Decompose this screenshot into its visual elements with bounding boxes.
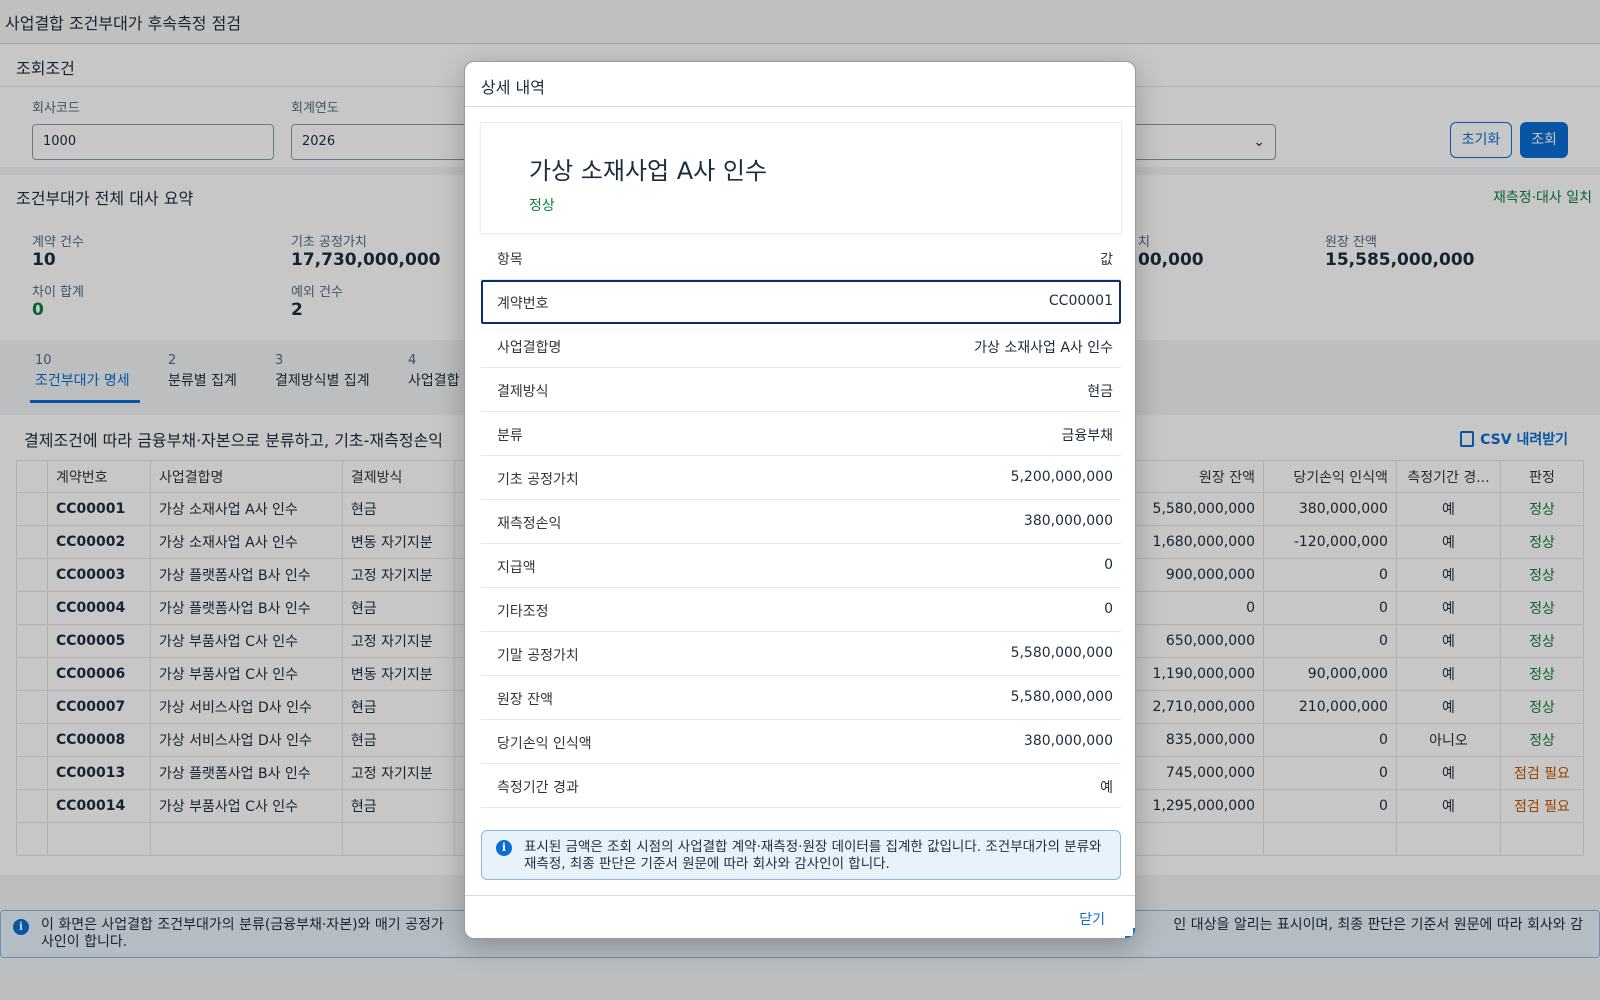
- detail-label: 결제방식: [497, 384, 549, 400]
- detail-value: 금융부채: [1061, 428, 1113, 444]
- close-button[interactable]: 닫기: [1079, 909, 1105, 929]
- detail-row[interactable]: 당기손익 인식액 380,000,000: [481, 720, 1121, 764]
- info-icon: i: [496, 840, 512, 856]
- detail-row[interactable]: 지급액 0: [481, 544, 1121, 588]
- detail-value: 현금: [1087, 384, 1113, 400]
- detail-label: 지급액: [497, 560, 536, 576]
- item-column-header: 항목: [497, 252, 523, 268]
- dialog-hero-card: 가상 소재사업 A사 인수 정상: [480, 122, 1122, 234]
- detail-label: 기말 공정가치: [497, 648, 579, 664]
- hero-status: 정상: [529, 198, 555, 214]
- detail-label: 재측정손익: [497, 516, 562, 532]
- detail-value: 380,000,000: [1023, 733, 1113, 749]
- detail-list-header: 항목 값: [481, 236, 1121, 280]
- detail-row[interactable]: 기타조정 0: [481, 588, 1121, 632]
- detail-dialog: 상세 내역 가상 소재사업 A사 인수 정상 항목 값 계약번호 CC00001 사…: [464, 61, 1136, 939]
- detail-value: CC00001: [1048, 293, 1113, 309]
- detail-label: 당기손익 인식액: [497, 736, 592, 752]
- dialog-note-text: 표시된 금액은 조회 시점의 사업결합 계약·재측정·원장 데이터를 집계한 값…: [524, 839, 1102, 872]
- value-column-header: 값: [1100, 252, 1113, 268]
- detail-value: 5,580,000,000: [1010, 645, 1113, 661]
- detail-value: 0: [1104, 557, 1113, 573]
- detail-label: 사업결합명: [497, 340, 562, 356]
- hero-title: 가상 소재사업 A사 인수: [529, 157, 768, 185]
- detail-value: 5,200,000,000: [1010, 469, 1113, 485]
- detail-value: 가상 소재사업 A사 인수: [974, 340, 1113, 356]
- detail-row[interactable]: 결제방식 현금: [481, 368, 1121, 412]
- detail-row[interactable]: 사업결합명 가상 소재사업 A사 인수: [481, 324, 1121, 368]
- detail-label: 원장 잔액: [497, 692, 553, 708]
- dialog-title: 상세 내역: [465, 62, 1135, 107]
- detail-row[interactable]: 기초 공정가치 5,200,000,000: [481, 456, 1121, 500]
- detail-label: 측정기간 경과: [497, 780, 579, 796]
- detail-value: 5,580,000,000: [1010, 689, 1113, 705]
- resize-handle[interactable]: [1125, 928, 1135, 938]
- detail-value: 380,000,000: [1023, 513, 1113, 529]
- detail-row[interactable]: 재측정손익 380,000,000: [481, 500, 1121, 544]
- detail-list: 항목 값 계약번호 CC00001 사업결합명 가상 소재사업 A사 인수결제방식 현금…: [481, 236, 1121, 808]
- detail-label: 기타조정: [497, 604, 549, 620]
- detail-row[interactable]: 계약번호 CC00001: [481, 280, 1121, 324]
- dialog-footer: 닫기: [465, 895, 1135, 938]
- detail-value: 0: [1104, 601, 1113, 617]
- detail-label: 분류: [497, 428, 523, 444]
- detail-value: 예: [1100, 780, 1113, 796]
- detail-row[interactable]: 기말 공정가치 5,580,000,000: [481, 632, 1121, 676]
- detail-label: 계약번호: [497, 296, 549, 312]
- detail-row[interactable]: 원장 잔액 5,580,000,000: [481, 676, 1121, 720]
- detail-row[interactable]: 측정기간 경과 예: [481, 764, 1121, 808]
- detail-row[interactable]: 분류 금융부채: [481, 412, 1121, 456]
- dialog-info-message: i 표시된 금액은 조회 시점의 사업결합 계약·재측정·원장 데이터를 집계한…: [481, 830, 1121, 880]
- detail-label: 기초 공정가치: [497, 472, 579, 488]
